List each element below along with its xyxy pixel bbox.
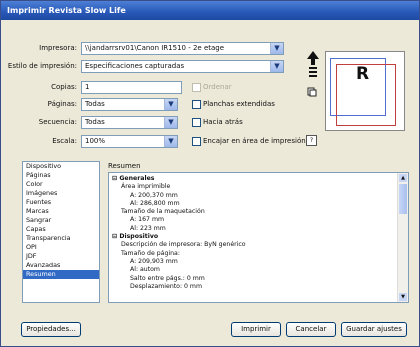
scroll-thumb[interactable] xyxy=(399,184,407,214)
help-button[interactable]: ? xyxy=(306,135,317,146)
cancel-button[interactable]: Cancelar xyxy=(286,322,336,337)
print-dialog: Imprimir Revista Slow Life Impresora: \\… xyxy=(0,0,420,347)
orientation-arrow-icon[interactable] xyxy=(306,51,320,77)
panel-list-item[interactable]: Capas xyxy=(23,225,99,234)
summary-panel[interactable]: ⊟ Generales Área imprimible A: 200,370 mm A… xyxy=(108,172,409,303)
spreads-checkbox[interactable]: Planchas extendidas xyxy=(192,99,275,110)
backwards-label: Hacia atrás xyxy=(203,118,243,126)
summary-line: Al: 223 mm xyxy=(130,224,166,232)
fit-checkbox[interactable]: Encajar en área de impresión xyxy=(192,136,306,147)
print-style-select[interactable]: Especificaciones capturadas ▼ xyxy=(81,60,284,73)
page-preview: R xyxy=(325,51,405,131)
scale-label: Escala: xyxy=(52,137,77,145)
flip-page-icon[interactable] xyxy=(307,87,317,97)
summary-heading: Resumen xyxy=(108,162,141,170)
panel-list-item[interactable]: Avanzadas xyxy=(23,261,99,270)
sequence-select[interactable]: Todas ▼ xyxy=(81,116,178,129)
summary-line: Área imprimible xyxy=(121,183,171,191)
scroll-up-arrow[interactable]: ▲ xyxy=(399,174,407,182)
checkbox-box[interactable] xyxy=(192,99,201,109)
printer-select[interactable]: \\jandarrsrv01\Canon IR1510 - 2e etage ▼ xyxy=(81,42,284,55)
summary-line: Salto entre págs.: 0 mm xyxy=(130,274,205,282)
copies-label: Copias: xyxy=(51,83,77,91)
window-title: Imprimir Revista Slow Life xyxy=(1,1,419,20)
fit-label: Encajar en área de impresión xyxy=(203,137,306,145)
summary-line: Tamaño de la maquetación xyxy=(121,208,205,216)
checkbox-box xyxy=(192,82,201,92)
summary-line: A: 167 mm xyxy=(130,216,165,224)
checkbox-box[interactable] xyxy=(192,117,201,127)
backwards-checkbox[interactable]: Hacia atrás xyxy=(192,117,243,128)
summary-line: Desplazamiento: 0 mm xyxy=(130,282,202,290)
collate-checkbox: Ordenar xyxy=(192,82,232,93)
panel-list-item[interactable]: OPI xyxy=(23,243,99,252)
summary-line: Descripción de impresora: ByN genérico xyxy=(121,241,246,249)
chevron-down-icon[interactable]: ▼ xyxy=(164,136,177,147)
pages-value: Todas xyxy=(85,100,105,108)
panel-list[interactable]: Dispositivo Páginas Color Imágenes Fuentes Ma… xyxy=(22,161,100,303)
printer-value: \\jandarrsrv01\Canon IR1510 - 2e etage xyxy=(85,44,225,52)
panel-list-item[interactable]: Color xyxy=(23,180,99,189)
summary-line: A: 200,370 mm xyxy=(130,191,178,199)
copies-input[interactable]: 1 xyxy=(81,81,182,94)
save-settings-button[interactable]: Guardar ajustes xyxy=(341,322,407,337)
summary-lines: ⊟ Generales Área imprimible A: 200,370 mm A… xyxy=(109,173,408,291)
pages-select[interactable]: Todas ▼ xyxy=(81,98,178,111)
panel-list-item[interactable]: Resumen xyxy=(23,270,99,279)
scroll-down-arrow[interactable]: ▼ xyxy=(399,293,407,301)
printer-label: Impresora: xyxy=(39,44,77,52)
sequence-label: Secuencia: xyxy=(38,118,77,126)
collate-label: Ordenar xyxy=(203,83,232,91)
sequence-value: Todas xyxy=(85,118,105,126)
summary-line: Al: 286,800 mm xyxy=(130,199,180,207)
pages-label: Páginas: xyxy=(47,100,77,108)
summary-line: Al: autom xyxy=(130,266,160,274)
scale-value: 100% xyxy=(85,137,106,145)
checkbox-box[interactable] xyxy=(192,136,201,146)
scale-select[interactable]: 100% ▼ xyxy=(81,135,178,148)
print-style-label: Estilo de impresión: xyxy=(7,62,77,70)
panel-list-item[interactable]: Fuentes xyxy=(23,198,99,207)
panel-list-item[interactable]: Marcas xyxy=(23,207,99,216)
panel-list-item[interactable]: Imágenes xyxy=(23,189,99,198)
summary-line: A: 209,903 mm xyxy=(130,257,178,265)
preview-letter: R xyxy=(356,64,370,84)
chevron-down-icon[interactable]: ▼ xyxy=(270,43,283,54)
print-button[interactable]: Imprimir xyxy=(231,322,281,337)
chevron-down-icon[interactable]: ▼ xyxy=(164,117,177,128)
print-style-value: Especificaciones capturadas xyxy=(85,62,185,70)
summary-scrollbar[interactable]: ▲ ▼ xyxy=(397,173,408,302)
properties-button[interactable]: Propiedades... xyxy=(21,322,81,337)
chevron-down-icon[interactable]: ▼ xyxy=(164,99,177,110)
panel-list-item[interactable]: Dispositivo xyxy=(23,162,99,171)
panel-list-item[interactable]: Transparencia xyxy=(23,234,99,243)
panel-list-item[interactable]: JDF xyxy=(23,252,99,261)
panel-list-item[interactable]: Páginas xyxy=(23,171,99,180)
chevron-down-icon[interactable]: ▼ xyxy=(270,61,283,72)
summary-line: Tamaño de página: xyxy=(121,249,180,257)
panel-list-item[interactable]: Sangrar xyxy=(23,216,99,225)
spreads-label: Planchas extendidas xyxy=(203,100,275,108)
